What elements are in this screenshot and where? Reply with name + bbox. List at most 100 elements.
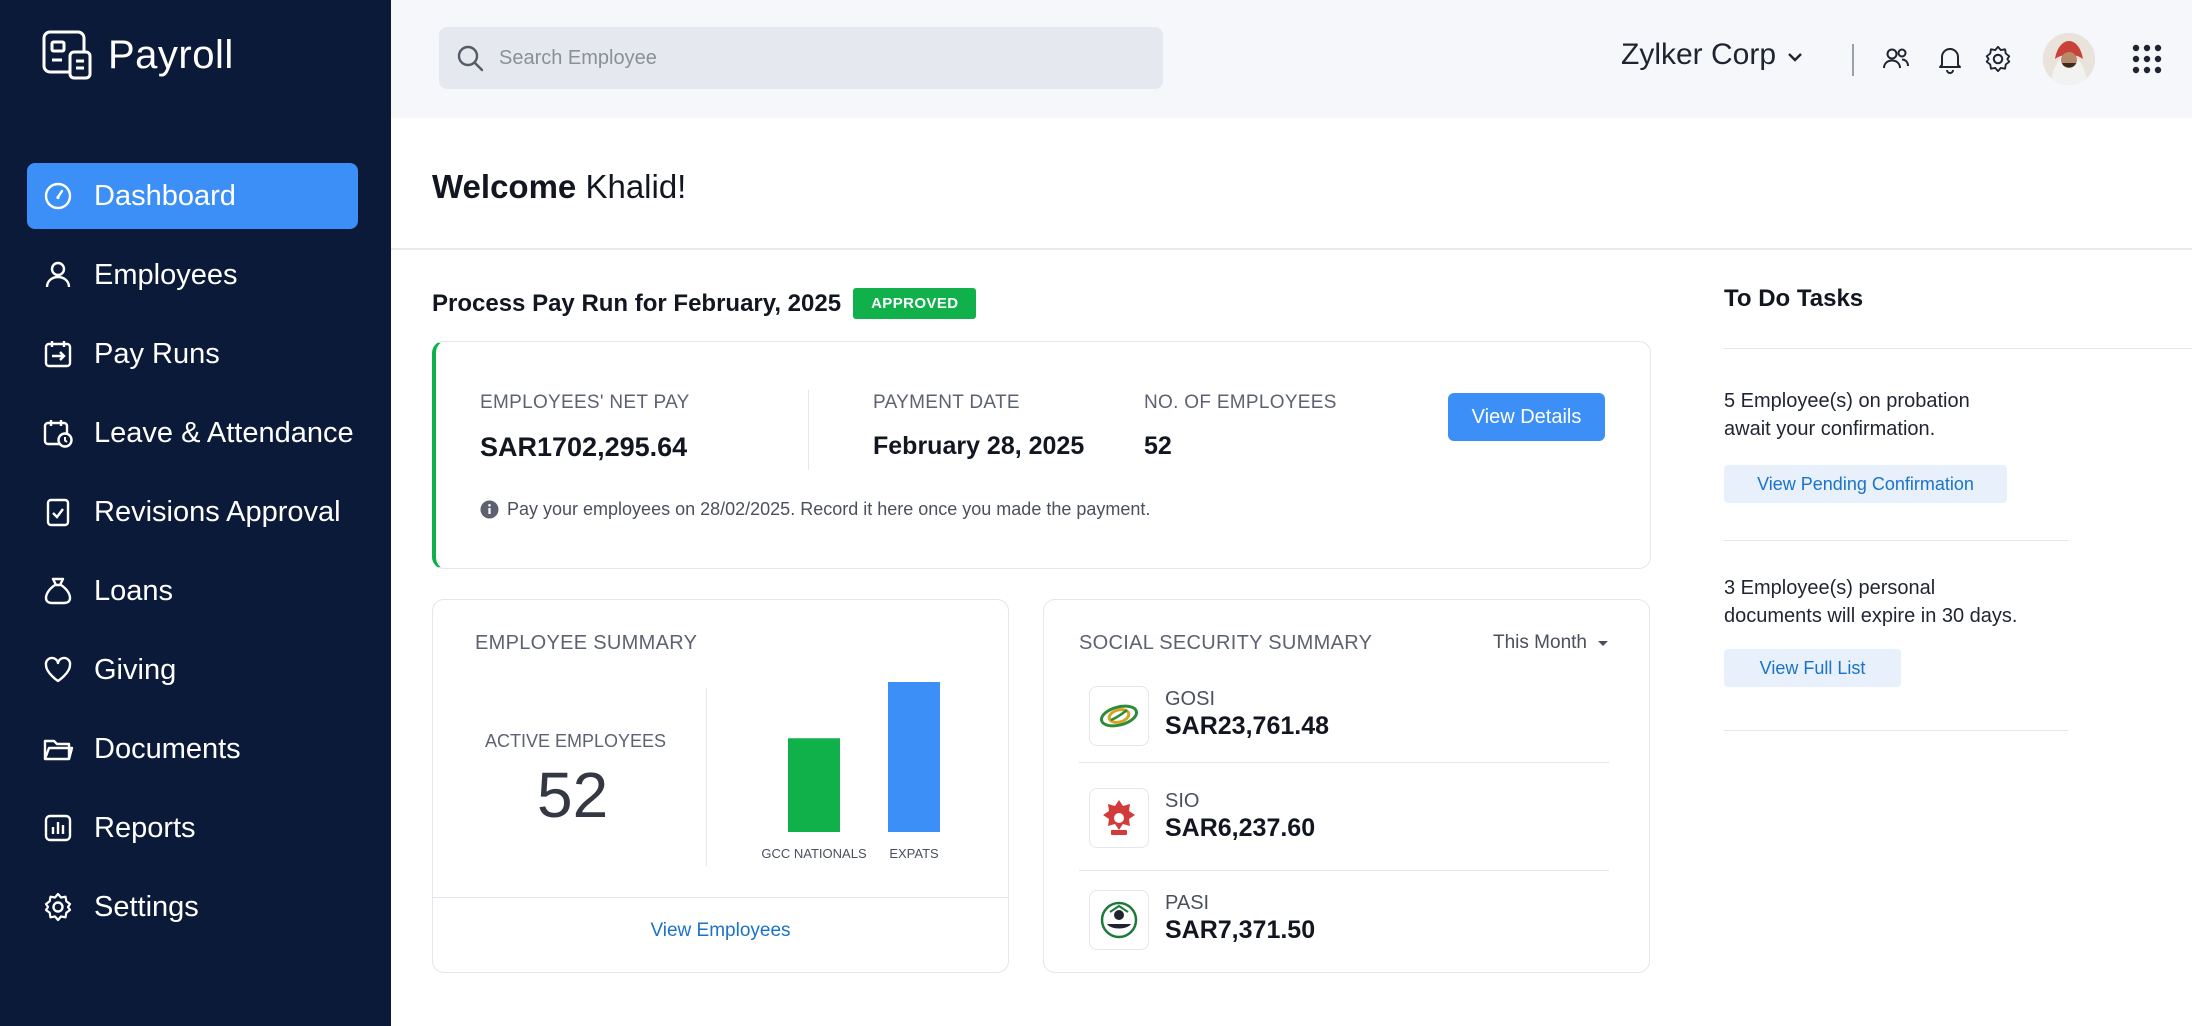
checklist-icon [41, 495, 75, 529]
sidebar-item-employees[interactable]: Employees [27, 242, 358, 308]
sio-logo-icon [1089, 788, 1149, 848]
todo-divider [1724, 730, 2068, 731]
bell-icon[interactable] [1933, 42, 1967, 76]
social-security-title: SOCIAL SECURITY SUMMARY [1079, 632, 1373, 654]
gear-icon [41, 890, 75, 924]
users-icon[interactable] [1879, 42, 1913, 76]
payment-note-text: Pay your employees on 28/02/2025. Record… [507, 499, 1151, 519]
dashboard-icon [41, 179, 75, 213]
money-bag-icon [41, 574, 75, 608]
calendar-clock-icon [41, 416, 75, 450]
view-employees-link-wrap: View Employees [433, 920, 1008, 942]
status-badge: APPROVED [853, 288, 977, 319]
view-pending-confirmation-button[interactable]: View Pending Confirmation [1724, 465, 2007, 503]
sidebar-item-revisions-approval[interactable]: Revisions Approval [27, 479, 358, 545]
payrun-title-text: Process Pay Run for February, 2025 [432, 289, 842, 317]
sidebar-item-reports[interactable]: Reports [27, 795, 358, 861]
sidebar-item-documents[interactable]: Documents [27, 716, 358, 782]
person-icon [41, 258, 75, 292]
search-icon [457, 45, 484, 72]
ss-row-pasi: PASI SAR7,371.50 [1079, 878, 1609, 978]
payroll-logo-icon [42, 30, 92, 80]
info-icon [480, 500, 499, 519]
heart-icon [41, 653, 75, 687]
period-dropdown-value: This Month [1493, 632, 1587, 653]
payrun-card: EMPLOYEES' NET PAY SAR1702,295.64 PAYMEN… [432, 341, 1651, 569]
sidebar-nav: Dashboard Employees Pay Runs Leave & Att… [27, 163, 358, 953]
chevron-down-icon [1788, 53, 1802, 62]
sidebar-item-loans[interactable]: Loans [27, 558, 358, 624]
sidebar-item-label: Giving [94, 653, 177, 686]
todo-task-line: documents will expire in 30 days. [1724, 605, 2018, 627]
payment-note: Pay your employees on 28/02/2025. Record… [480, 499, 1150, 520]
active-employees-count: 52 [537, 759, 609, 831]
period-dropdown[interactable]: This Month [1493, 632, 1609, 654]
active-employees-label: ACTIVE EMPLOYEES [485, 731, 667, 751]
sidebar-item-label: Pay Runs [94, 337, 220, 370]
ss-name: SIO [1165, 790, 1200, 812]
header-divider [1852, 44, 1854, 76]
welcome-prefix: Welcome [432, 168, 577, 205]
org-name: Zylker Corp [1621, 38, 1777, 71]
gosi-logo-icon [1089, 686, 1149, 746]
gear-icon[interactable] [1981, 42, 2015, 76]
brand[interactable]: Payroll [40, 28, 234, 82]
top-bar: Zylker Corp [391, 0, 2192, 118]
welcome-heading: Welcome Khalid! [432, 168, 686, 206]
apps-grid-icon[interactable] [2130, 42, 2164, 76]
todo-task-line: await your confirmation. [1724, 418, 1936, 440]
sidebar-item-giving[interactable]: Giving [27, 637, 358, 703]
net-pay-label: EMPLOYEES' NET PAY [480, 392, 690, 413]
welcome-divider [391, 248, 2192, 250]
sidebar-item-label: Reports [94, 811, 196, 844]
bar-label: GCC NATIONALS [761, 846, 867, 861]
folder-icon [41, 732, 75, 766]
ss-row-sio: SIO SAR6,237.60 [1079, 776, 1609, 876]
payrun-title: Process Pay Run for February, 2025 APPRO… [432, 288, 977, 319]
org-switcher[interactable]: Zylker Corp [1621, 38, 1804, 72]
ss-amount: SAR7,371.50 [1165, 916, 1316, 944]
app-name: Payroll [108, 32, 234, 77]
sidebar-item-label: Dashboard [94, 179, 236, 212]
todo-divider [1724, 540, 2068, 541]
todo-task-line: 5 Employee(s) on probation [1724, 390, 1970, 412]
search-input[interactable] [499, 46, 1139, 70]
view-details-button[interactable]: View Details [1448, 393, 1605, 441]
ss-row-gosi: GOSI SAR23,761.48 [1079, 674, 1609, 774]
employees-count-label: NO. OF EMPLOYEES [1144, 392, 1337, 413]
sidebar-item-label: Settings [94, 890, 199, 923]
bar-label: EXPATS [889, 846, 939, 861]
sidebar-item-leave-attendance[interactable]: Leave & Attendance [27, 400, 358, 466]
ss-amount: SAR6,237.60 [1165, 814, 1316, 842]
payrun-divider [808, 390, 809, 470]
card-footer-divider [433, 897, 1008, 898]
ss-name: GOSI [1165, 688, 1216, 710]
sidebar-item-settings[interactable]: Settings [27, 874, 358, 940]
sidebar-item-dashboard[interactable]: Dashboard [27, 163, 358, 229]
sidebar-item-label: Documents [94, 732, 241, 765]
sidebar-item-label: Revisions Approval [94, 495, 341, 528]
employee-summary-card: EMPLOYEE SUMMARY ACTIVE EMPLOYEES 52 GCC… [432, 599, 1009, 973]
view-full-list-button[interactable]: View Full List [1724, 649, 1901, 687]
social-security-card: SOCIAL SECURITY SUMMARY This Month GOSI … [1043, 599, 1650, 973]
pasi-logo-icon [1089, 890, 1149, 950]
todo-task-line: 3 Employee(s) personal [1724, 577, 1936, 599]
sidebar-item-label: Leave & Attendance [94, 416, 354, 449]
ss-amount: SAR23,761.48 [1165, 712, 1330, 740]
payment-date-label: PAYMENT DATE [873, 392, 1020, 413]
employee-summary-title: EMPLOYEE SUMMARY [475, 632, 698, 654]
sidebar-item-pay-runs[interactable]: Pay Runs [27, 321, 358, 387]
payrun-icon [41, 337, 75, 371]
avatar[interactable] [2043, 33, 2095, 85]
todo-task-probation: 5 Employee(s) on probation await your co… [1724, 387, 1970, 443]
view-employees-link[interactable]: View Employees [650, 920, 790, 941]
bar-gcc-nationals [788, 738, 840, 832]
ss-name: PASI [1165, 892, 1210, 914]
sidebar: Payroll Dashboard Employees Pay Runs Lea… [0, 0, 391, 1026]
todo-header-divider [1724, 348, 2192, 349]
employees-count-value: 52 [1144, 432, 1172, 460]
sidebar-item-label: Loans [94, 574, 174, 607]
ss-divider [1079, 762, 1609, 763]
search-box[interactable] [439, 27, 1163, 89]
todo-task-documents: 3 Employee(s) personal documents will ex… [1724, 574, 2017, 630]
